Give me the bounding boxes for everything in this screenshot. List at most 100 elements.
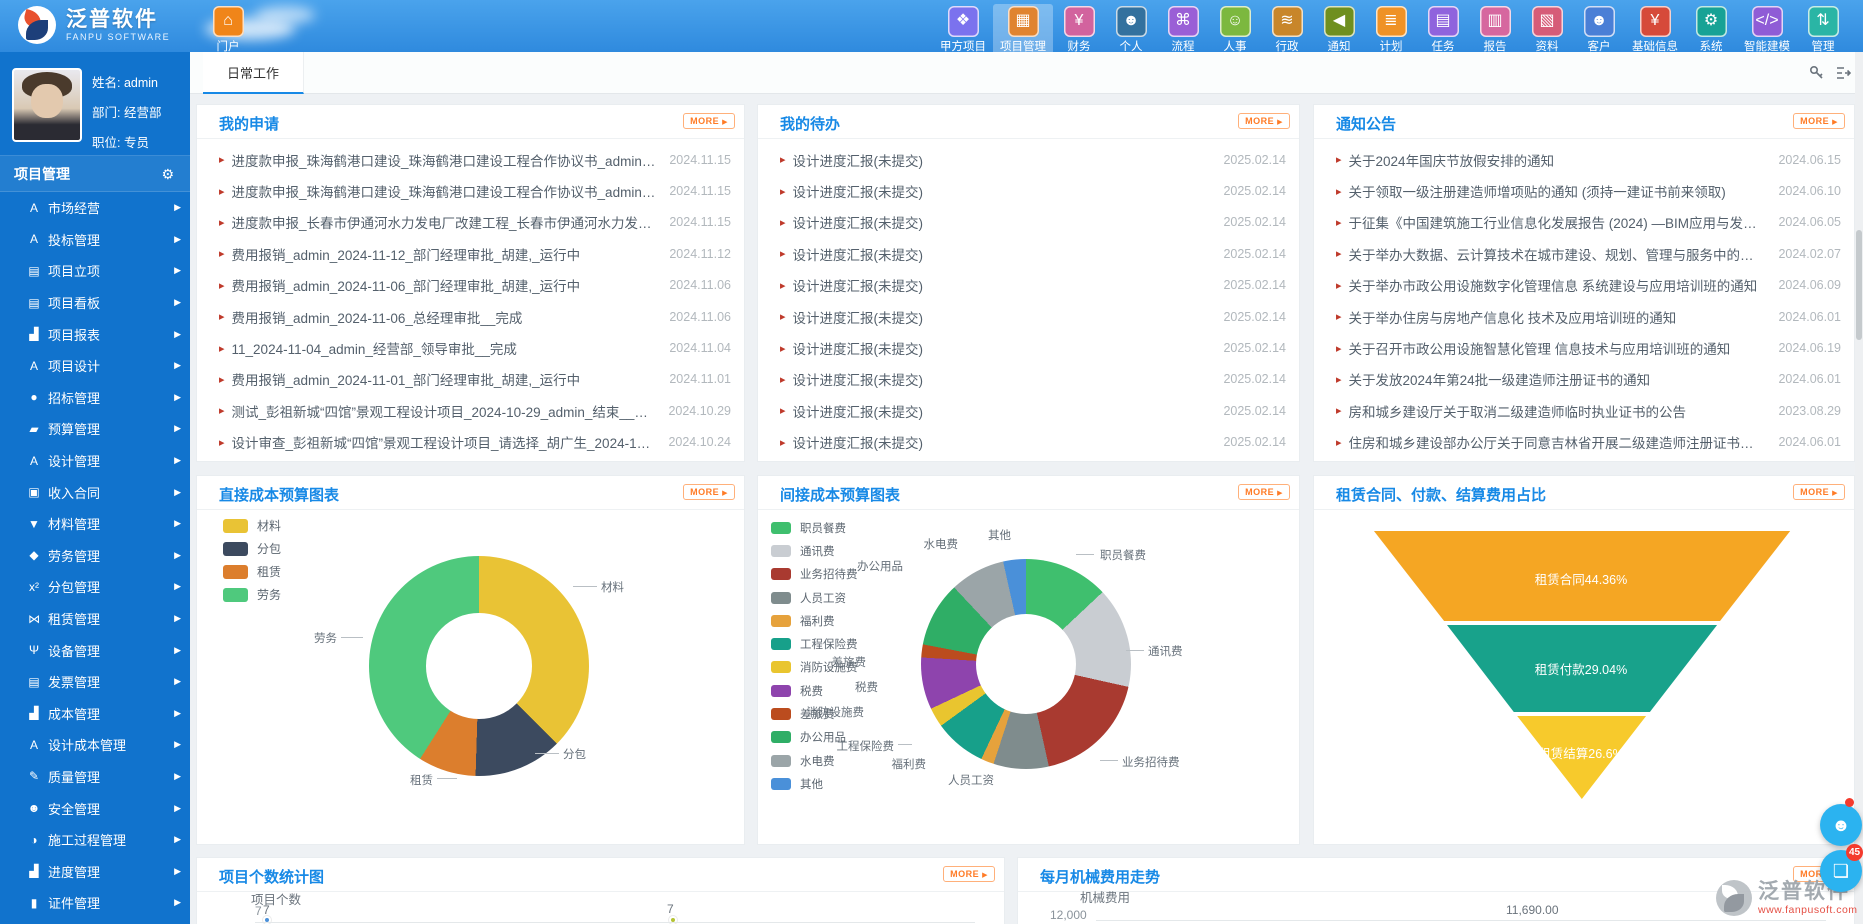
list-item[interactable]: ▸ 于征集《中国建筑施工行业信息化发展报告 (2024) —BIM应用与发展》材… (1314, 207, 1854, 238)
list-item[interactable]: ▸ 关于发放2024年第24批一级建造师注册证书的通知 2024.06.01 (1314, 364, 1854, 395)
sidebar-item[interactable]: ▣ 收入合同 ▶ (0, 476, 190, 508)
nav-item[interactable]: ▥ 报告 (1469, 4, 1521, 55)
gear-icon[interactable]: ⚙ (161, 156, 174, 192)
scrollbar-thumb[interactable] (1856, 230, 1862, 340)
direct-cost-donut[interactable] (369, 556, 589, 776)
lease-funnel[interactable]: 租赁合同44.36% 租赁付款29.04% 租赁结算26.6% (1371, 531, 1791, 801)
key-icon[interactable] (1809, 65, 1825, 81)
more-button[interactable]: MORE (683, 113, 735, 129)
list-item[interactable]: ▸ 设计进度汇报(未提交) 2025.02.14 (758, 395, 1299, 426)
more-button[interactable]: MORE (943, 866, 995, 882)
sidebar-item[interactable]: ◑ 施工过程管理 ▶ (0, 824, 190, 856)
legend-item[interactable]: 人员工资 (771, 586, 858, 609)
list-item[interactable]: ▸ 房和城乡建设厅关于取消二级建造师临时执业证书的公告 2023.08.29 (1314, 395, 1854, 426)
sidebar-item[interactable]: A 项目设计 ▶ (0, 350, 190, 382)
list-item[interactable]: ▸ 费用报销_admin_2024-11-06_总经理审批__完成 2024.1… (197, 301, 744, 332)
list-item[interactable]: ▸ 关于举办大数据、云计算技术在城市建设、规划、管理与服务中的应用培训班... … (1314, 238, 1854, 269)
nav-item[interactable]: ¥ 财务 (1053, 4, 1105, 55)
list-item[interactable]: ▸ 设计进度汇报(未提交) 2025.02.14 (758, 207, 1299, 238)
avatar[interactable] (12, 68, 82, 142)
nav-item[interactable]: ▧ 资料 (1521, 4, 1573, 55)
tab-daily-work[interactable]: 日常工作 (203, 52, 304, 94)
chat-float-button[interactable]: ❏ 45 (1820, 850, 1862, 892)
list-item[interactable]: ▸ 关于举办市政公用设施数字化管理信息 系统建设与应用培训班的通知 2024.0… (1314, 270, 1854, 301)
sidebar-item[interactable]: ▟ 进度管理 ▶ (0, 855, 190, 887)
sidebar-item[interactable]: ▤ 项目立项 ▶ (0, 255, 190, 287)
sidebar-item[interactable]: ▟ 成本管理 ▶ (0, 698, 190, 730)
sidebar-section-header[interactable]: 项目管理 ⚙ (0, 156, 190, 192)
sidebar-item[interactable]: x² 分包管理 ▶ (0, 571, 190, 603)
list-item[interactable]: ▸ 设计进度汇报(未提交) 2025.02.14 (758, 364, 1299, 395)
nav-item[interactable]: ☺ 人事 (1209, 4, 1261, 55)
list-item[interactable]: ▸ 设计进度汇报(未提交) 2025.02.14 (758, 332, 1299, 363)
list-item[interactable]: ▸ 关于召开市政公用设施智慧化管理 信息技术与应用培训班的通知 2024.06.… (1314, 332, 1854, 363)
footer-site-link[interactable]: www.fanpusoft.com (1758, 904, 1858, 916)
legend-item[interactable]: 其他 (771, 772, 858, 795)
sidebar-item[interactable]: ✎ 质量管理 ▶ (0, 761, 190, 793)
nav-item[interactable]: ¥ 基础信息 (1625, 4, 1685, 55)
sidebar-item[interactable]: ▰ 预算管理 ▶ (0, 413, 190, 445)
nav-item[interactable]: ☻ 客户 (1573, 4, 1625, 55)
legend-item[interactable]: 福利费 (771, 609, 858, 632)
nav-item[interactable]: ≋ 行政 (1261, 4, 1313, 55)
list-item[interactable]: ▸ 关于举办住房与房地产信息化 技术及应用培训班的通知 2024.06.01 (1314, 301, 1854, 332)
list-item[interactable]: ▸ 设计进度汇报(未提交) 2025.02.14 (758, 238, 1299, 269)
list-item[interactable]: ▸ 设计进度汇报(未提交) 2025.02.14 (758, 144, 1299, 175)
nav-item[interactable]: ⚙ 系统 (1685, 4, 1737, 55)
legend-item[interactable]: 工程保险费 (771, 632, 858, 655)
legend-item[interactable]: 租赁 (223, 560, 281, 583)
list-item[interactable]: ▸ 费用报销_admin_2024-11-12_部门经理审批_胡建,_运行中 2… (197, 238, 744, 269)
nav-item[interactable]: ❖ 甲方项目 (933, 4, 993, 55)
indirect-cost-donut[interactable] (921, 559, 1131, 769)
sidebar-item[interactable]: ▤ 发票管理 ▶ (0, 666, 190, 698)
sidebar-item[interactable]: ▤ 项目看板 ▶ (0, 287, 190, 319)
sidebar-item[interactable]: ● 招标管理 ▶ (0, 382, 190, 414)
nav-item[interactable]: ⌘ 流程 (1157, 4, 1209, 55)
sidebar-item[interactable]: ⋈ 租赁管理 ▶ (0, 603, 190, 635)
more-button[interactable]: MORE (1238, 113, 1290, 129)
nav-item-portal[interactable]: ⌂ 门户 (202, 4, 254, 55)
sidebar-item[interactable]: A 设计管理 ▶ (0, 445, 190, 477)
more-button[interactable]: MORE (1793, 484, 1845, 500)
list-item[interactable]: ▸ 设计进度汇报(未提交) 2025.02.14 (758, 175, 1299, 206)
sidebar-item[interactable]: ◆ 劳务管理 ▶ (0, 540, 190, 572)
legend-item[interactable]: 劳务 (223, 583, 281, 606)
list-item[interactable]: ▸ 住房和城乡建设部办公厅关于同意吉林省开展二级建造师注册证书电子证照试点...… (1314, 427, 1854, 458)
list-item[interactable]: ▸ 设计进度汇报(未提交) 2025.02.14 (758, 427, 1299, 458)
sidebar-item[interactable]: ▼ 材料管理 ▶ (0, 508, 190, 540)
list-item[interactable]: ▸ 费用报销_admin_2024-11-01_部门经理审批_胡建,_运行中 2… (197, 364, 744, 395)
sidebar-item[interactable]: A 投标管理 ▶ (0, 224, 190, 256)
sidebar-item[interactable]: ▮ 证件管理 ▶ (0, 887, 190, 919)
nav-item[interactable]: ⇅ 管理 (1797, 4, 1849, 55)
sidebar-item[interactable]: Ψ 设备管理 ▶ (0, 634, 190, 666)
sidebar-item[interactable]: A 市场经营 ▶ (0, 192, 190, 224)
more-button[interactable]: MORE (683, 484, 735, 500)
list-item[interactable]: ▸ 设计进度汇报(未提交) 2025.02.14 (758, 301, 1299, 332)
contact-float-button[interactable]: ☻ (1820, 804, 1862, 846)
list-item[interactable]: ▸ 11_2024-11-04_admin_经营部_领导审批__完成 2024.… (197, 332, 744, 363)
nav-item[interactable]: </> 智能建模 (1737, 4, 1797, 55)
list-item[interactable]: ▸ 测试_彭祖新城“四馆”景观工程设计项目_2024-10-29_admin_结… (197, 395, 744, 426)
nav-item[interactable]: ◀ 通知 (1313, 4, 1365, 55)
list-item[interactable]: ▸ 进度款申报_珠海鹤港口建设_珠海鹤港口建设工程合作协议书_admin_...… (197, 175, 744, 206)
nav-item[interactable]: ☻ 个人 (1105, 4, 1157, 55)
more-button[interactable]: MORE (1238, 484, 1290, 500)
nav-item[interactable]: ▦ 项目管理 (993, 4, 1053, 55)
list-item[interactable]: ▸ 设计进度汇报(未提交) 2025.02.14 (758, 270, 1299, 301)
legend-item[interactable]: 职员餐费 (771, 516, 858, 539)
sidebar-item[interactable]: ▟ 项目报表 ▶ (0, 318, 190, 350)
sidebar-item[interactable]: A 设计成本管理 ▶ (0, 729, 190, 761)
legend-item[interactable]: 分包 (223, 537, 281, 560)
sidebar-item[interactable]: ☻ 安全管理 ▶ (0, 792, 190, 824)
legend-item[interactable]: 材料 (223, 514, 281, 537)
collapse-panel-icon[interactable] (1835, 65, 1851, 81)
list-item[interactable]: ▸ 设计审查_彭祖新城“四馆”景观工程设计项目_请选择_胡广生_2024-10-… (197, 427, 744, 458)
list-item[interactable]: ▸ 关于领取一级注册建造师增项贴的通知 (须持一建证书前来领取) 2024.06… (1314, 175, 1854, 206)
more-button[interactable]: MORE (1793, 113, 1845, 129)
list-item[interactable]: ▸ 进度款申报_珠海鹤港口建设_珠海鹤港口建设工程合作协议书_admin_...… (197, 144, 744, 175)
list-item[interactable]: ▸ 费用报销_admin_2024-11-06_部门经理审批_胡建,_运行中 2… (197, 270, 744, 301)
nav-item[interactable]: ▤ 任务 (1417, 4, 1469, 55)
list-item[interactable]: ▸ 关于2024年国庆节放假安排的通知 2024.06.15 (1314, 144, 1854, 175)
nav-item[interactable]: ≣ 计划 (1365, 4, 1417, 55)
brand-logo[interactable]: 泛普软件 FANPU SOFTWARE (18, 6, 170, 44)
